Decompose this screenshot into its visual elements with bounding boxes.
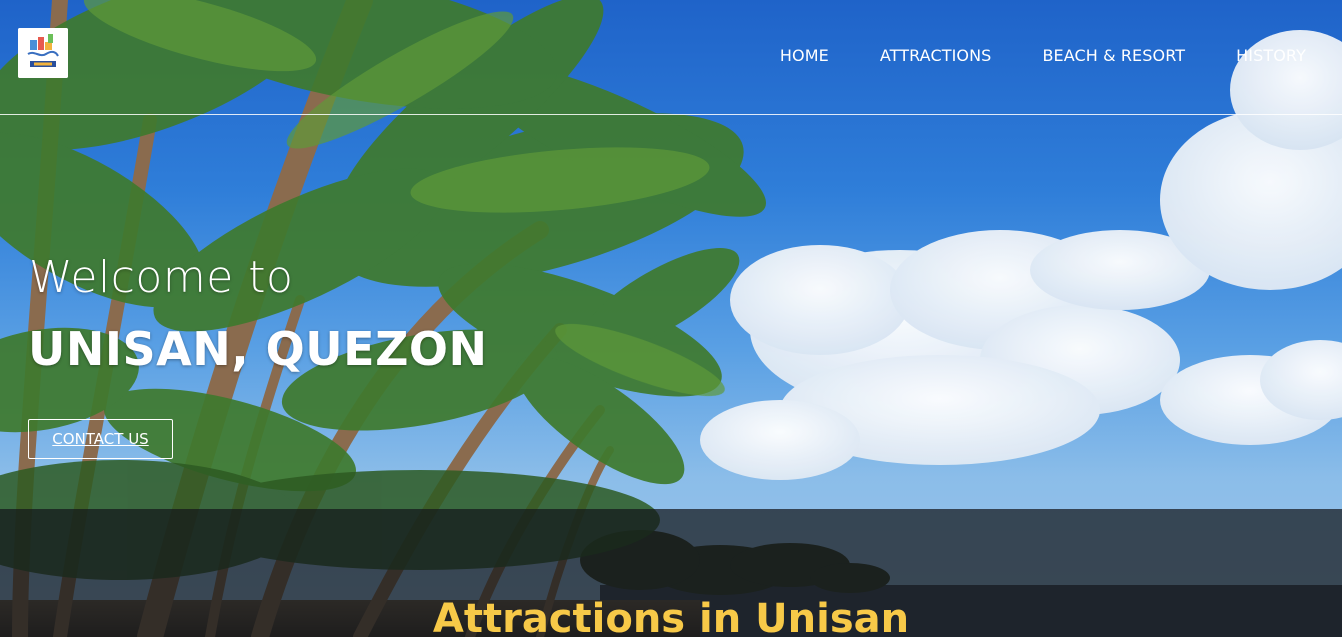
nav-attractions[interactable]: ATTRACTIONS: [880, 46, 992, 66]
main-nav: HOME ATTRACTIONS BEACH & RESORT HISTORY: [729, 46, 1306, 66]
nav-history[interactable]: HISTORY: [1236, 46, 1306, 66]
nav-home[interactable]: HOME: [780, 46, 829, 66]
contact-us-button[interactable]: CONTACT US: [28, 419, 173, 459]
top-navigation-bar: HOME ATTRACTIONS BEACH & RESORT HISTORY: [0, 0, 1342, 115]
unisan-tourism-logo-icon: [18, 28, 68, 78]
attractions-section-title: Attractions in Unisan: [432, 596, 910, 637]
nav-beach-resort[interactable]: BEACH & RESORT: [1042, 46, 1185, 66]
hero-place-title: UNISAN, QUEZON: [28, 322, 488, 376]
hero-welcome-text: Welcome to: [29, 252, 294, 303]
logo[interactable]: [18, 28, 68, 78]
